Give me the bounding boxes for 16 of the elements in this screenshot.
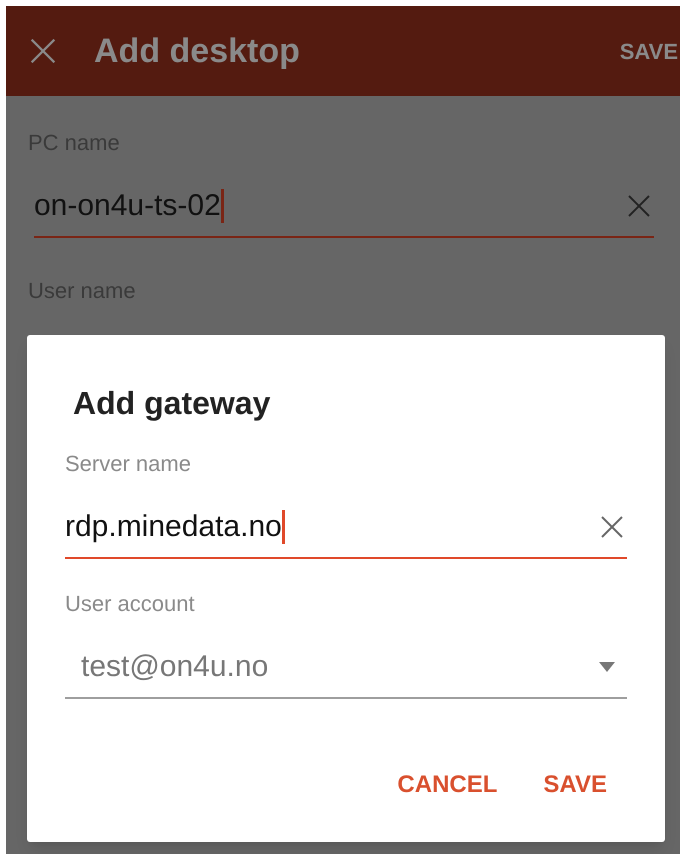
dialog-button[interactable]: SAVE <box>535 763 615 807</box>
dialog-title: Add gateway <box>73 384 272 423</box>
dialog-button[interactable]: CANCEL <box>389 763 506 807</box>
input-field[interactable]: rdp.minedata.no <box>65 504 627 559</box>
field-value: on-on4u-ts-02 <box>34 188 221 224</box>
text-cursor <box>282 510 285 544</box>
field-label: Server name <box>65 450 192 478</box>
input-field[interactable]: on-on4u-ts-02 <box>34 183 654 238</box>
field-label: User account <box>65 590 196 618</box>
save-action[interactable]: SAVE <box>620 34 680 68</box>
dropdown-arrow-icon <box>597 660 617 672</box>
text-cursor <box>220 188 224 222</box>
app-bar-title: Add desktop <box>94 30 300 72</box>
field-value: rdp.minedata.no <box>65 509 282 545</box>
field-value: test@on4u.no <box>81 649 268 685</box>
dropdown-field[interactable]: test@on4u.no <box>65 644 627 699</box>
